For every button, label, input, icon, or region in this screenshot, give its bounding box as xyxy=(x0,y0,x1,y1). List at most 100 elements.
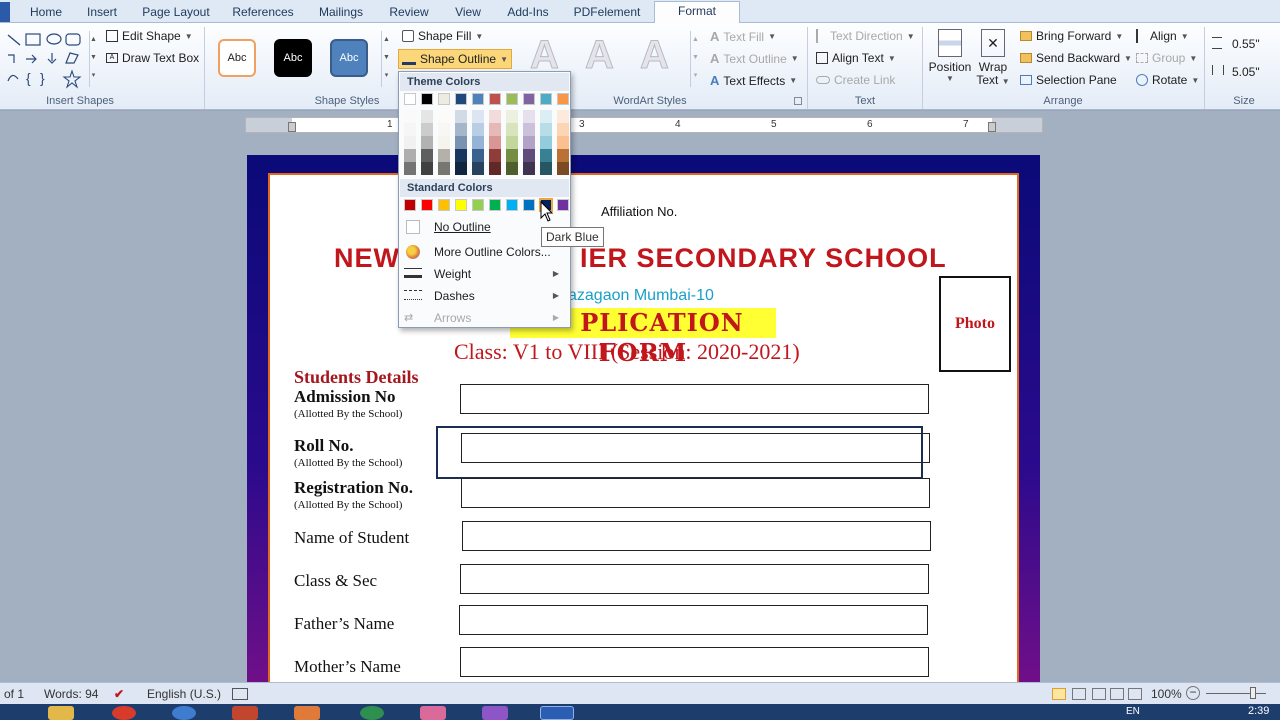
tab-page-layout[interactable]: Page Layout xyxy=(140,3,212,23)
tab-add-ins[interactable]: Add-Ins xyxy=(502,3,554,23)
language-indicator[interactable]: English (U.S.) xyxy=(147,687,221,701)
shape-style-blue[interactable]: Abc xyxy=(330,39,368,77)
tab-review[interactable]: Review xyxy=(385,3,433,23)
tab-format[interactable]: Format xyxy=(654,1,740,24)
draft-view-icon[interactable] xyxy=(1128,688,1142,700)
tab-pdfelement[interactable]: PDFelement xyxy=(570,3,644,23)
app-icon[interactable] xyxy=(232,706,258,720)
wordart-style-3[interactable]: A xyxy=(640,33,670,78)
theme-color-shade-swatch[interactable] xyxy=(438,110,450,123)
standard-color-swatch[interactable] xyxy=(438,199,450,211)
theme-color-shade-swatch[interactable] xyxy=(421,110,433,123)
theme-color-shade-swatch[interactable] xyxy=(489,123,501,136)
registration-no-field[interactable] xyxy=(461,478,930,508)
fathers-name-field[interactable] xyxy=(459,605,928,635)
left-indent-marker[interactable] xyxy=(288,122,296,132)
standard-color-swatch[interactable] xyxy=(557,199,569,211)
theme-color-shade-swatch[interactable] xyxy=(472,110,484,123)
theme-color-swatch[interactable] xyxy=(540,93,552,105)
chrome-icon[interactable] xyxy=(112,706,136,720)
theme-color-shade-swatch[interactable] xyxy=(540,123,552,136)
shape-outline-button[interactable]: Shape Outline ▼ xyxy=(398,49,512,69)
app-icon[interactable] xyxy=(420,706,446,720)
theme-color-swatch[interactable] xyxy=(557,93,569,105)
zoom-slider[interactable] xyxy=(1206,693,1266,694)
theme-color-shade-swatch[interactable] xyxy=(455,110,467,123)
language-tray[interactable]: EN xyxy=(1126,706,1140,717)
theme-color-shade-swatch[interactable] xyxy=(455,162,467,175)
theme-color-shade-swatch[interactable] xyxy=(455,149,467,162)
tab-home[interactable]: Home xyxy=(28,3,64,23)
theme-color-shade-swatch[interactable] xyxy=(472,162,484,175)
shapes-gallery-scroll[interactable]: ▲ ▼ ▾ xyxy=(89,31,97,87)
shape-style-black[interactable]: Abc xyxy=(274,39,312,77)
print-layout-view-icon[interactable] xyxy=(1052,688,1066,700)
standard-color-swatch[interactable] xyxy=(455,199,467,211)
theme-color-shade-swatch[interactable] xyxy=(557,123,569,136)
file-tab[interactable] xyxy=(0,2,10,22)
theme-color-shade-swatch[interactable] xyxy=(404,149,416,162)
tab-mailings[interactable]: Mailings xyxy=(312,3,370,23)
theme-color-swatch[interactable] xyxy=(523,93,535,105)
app-icon[interactable] xyxy=(294,706,320,720)
zoom-slider-thumb[interactable] xyxy=(1250,687,1256,699)
weight-item[interactable]: Weight ▶ xyxy=(400,264,569,284)
theme-color-shade-swatch[interactable] xyxy=(523,110,535,123)
app-icon[interactable] xyxy=(482,706,508,720)
theme-color-swatch[interactable] xyxy=(472,93,484,105)
theme-color-shade-swatch[interactable] xyxy=(523,136,535,149)
app-icon[interactable] xyxy=(360,706,384,720)
theme-color-shade-swatch[interactable] xyxy=(404,123,416,136)
theme-color-shade-swatch[interactable] xyxy=(506,162,518,175)
standard-color-swatch[interactable] xyxy=(421,199,433,211)
tab-references[interactable]: References xyxy=(229,3,297,23)
theme-color-shade-swatch[interactable] xyxy=(404,162,416,175)
shape-styles-scroll[interactable]: ▲ ▼ ▾ xyxy=(381,31,391,87)
theme-color-shade-swatch[interactable] xyxy=(489,162,501,175)
wordart-styles-scroll[interactable]: ▲ ▼ ▾ xyxy=(690,31,700,87)
theme-color-shade-swatch[interactable] xyxy=(540,136,552,149)
admission-no-field[interactable] xyxy=(460,384,929,414)
theme-color-shade-swatch[interactable] xyxy=(472,149,484,162)
tab-insert[interactable]: Insert xyxy=(84,3,120,23)
create-link-button[interactable]: Create Link xyxy=(816,73,895,87)
theme-color-shade-swatch[interactable] xyxy=(557,162,569,175)
outline-view-icon[interactable] xyxy=(1110,688,1124,700)
position-button[interactable]: Position ▼ xyxy=(926,27,974,91)
text-direction-button[interactable]: Text Direction ▼ xyxy=(816,29,915,43)
text-effects-button[interactable]: A Text Effects ▼ xyxy=(710,73,797,88)
theme-color-shade-swatch[interactable] xyxy=(421,149,433,162)
theme-color-shade-swatch[interactable] xyxy=(472,136,484,149)
file-explorer-icon[interactable] xyxy=(48,706,74,720)
theme-color-shade-swatch[interactable] xyxy=(455,136,467,149)
wordart-dialog-launcher-icon[interactable] xyxy=(794,97,802,105)
word-icon[interactable] xyxy=(540,706,574,720)
wordart-style-2[interactable]: A xyxy=(585,33,615,78)
shape-fill-button[interactable]: Shape Fill ▼ xyxy=(402,29,483,43)
bring-forward-button[interactable]: Bring Forward ▼ xyxy=(1020,29,1123,43)
shapes-gallery[interactable]: { } xyxy=(4,31,90,91)
shape-width-field[interactable]: 5.05" xyxy=(1232,65,1278,81)
theme-color-swatch[interactable] xyxy=(455,93,467,105)
theme-color-shade-swatch[interactable] xyxy=(421,162,433,175)
theme-color-shade-swatch[interactable] xyxy=(557,110,569,123)
full-screen-reading-icon[interactable] xyxy=(1072,688,1086,700)
clock[interactable]: 2:39 xyxy=(1248,705,1269,717)
theme-color-shade-swatch[interactable] xyxy=(455,123,467,136)
name-of-student-field[interactable] xyxy=(462,521,931,551)
shape-style-orange-outline[interactable]: Abc xyxy=(218,39,256,77)
theme-color-shade-swatch[interactable] xyxy=(489,149,501,162)
zoom-level[interactable]: 100% xyxy=(1151,687,1182,701)
page-count[interactable]: of 1 xyxy=(4,687,24,701)
text-fill-button[interactable]: A Text Fill ▼ xyxy=(710,29,776,44)
theme-color-shade-swatch[interactable] xyxy=(540,110,552,123)
theme-color-shade-swatch[interactable] xyxy=(523,149,535,162)
draw-text-box-button[interactable]: A Draw Text Box xyxy=(106,51,199,65)
arrows-item[interactable]: ⇄ Arrows ▶ xyxy=(400,308,569,328)
theme-color-shade-swatch[interactable] xyxy=(506,136,518,149)
selected-shape-outline[interactable] xyxy=(436,426,923,479)
standard-color-swatch[interactable] xyxy=(489,199,501,211)
text-outline-button[interactable]: A Text Outline ▼ xyxy=(710,51,799,66)
theme-color-shade-swatch[interactable] xyxy=(404,110,416,123)
align-text-button[interactable]: Align Text ▼ xyxy=(816,51,896,65)
